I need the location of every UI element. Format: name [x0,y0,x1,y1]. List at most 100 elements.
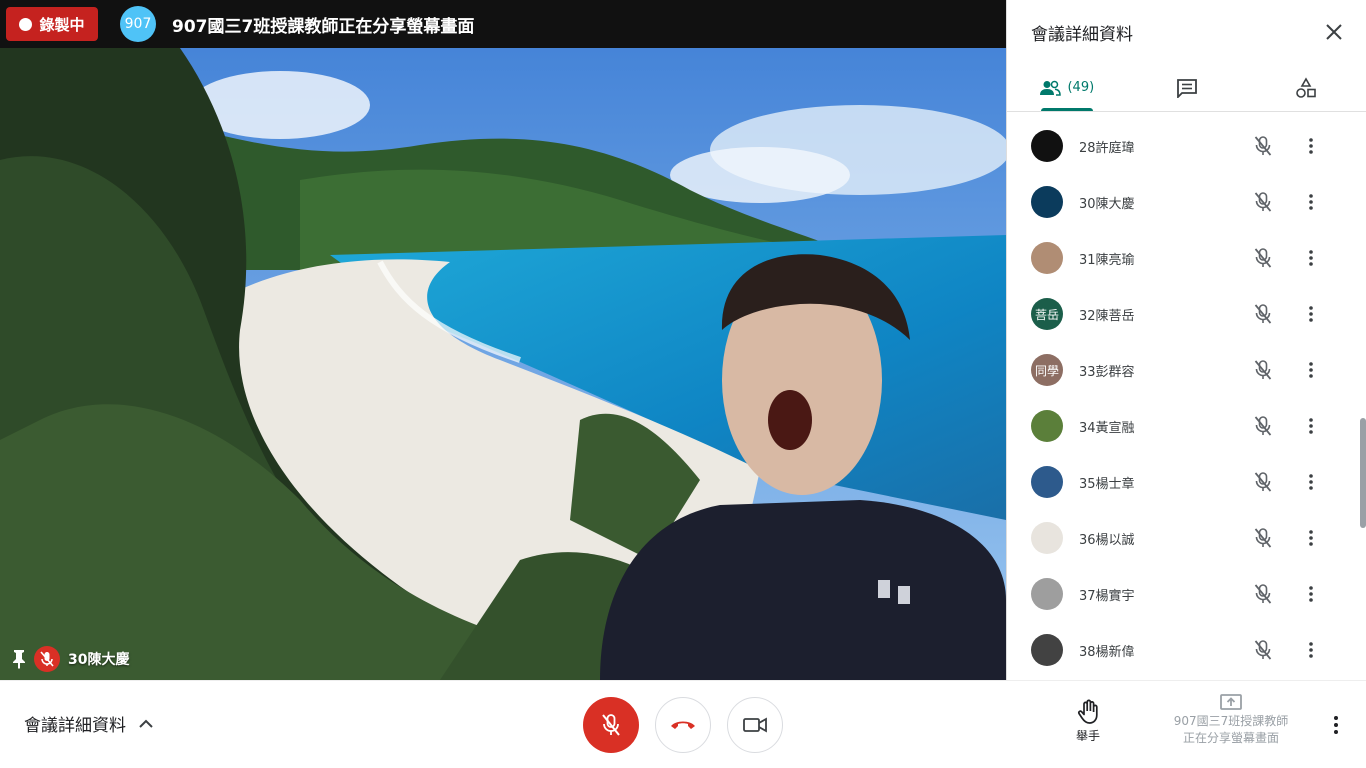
participant-more-button[interactable] [1301,582,1321,606]
participant-more-button[interactable] [1301,134,1321,158]
camera-toggle-button[interactable] [727,697,783,753]
mic-off-icon [34,646,60,672]
active-tab-indicator [1041,108,1093,111]
mic-off-icon [602,714,620,736]
participant-name: 33彭群容 [1079,364,1135,380]
participant-row[interactable]: 同學 33彭群容 [1007,342,1359,398]
participant-mic-status [1251,246,1275,270]
participant-name: 38楊新偉 [1079,644,1135,660]
close-icon [1326,24,1342,40]
participant-row[interactable]: 菩岳 32陳菩岳 [1007,286,1359,342]
participant-list-rows: 27張瑋騰28許庭瑋30陳大慶31陳亮瑜菩岳32陳菩岳同學33彭群容34黃宣融3… [1007,112,1359,678]
panel-header: 會議詳細資料 [1007,0,1366,64]
participant-row[interactable]: 30陳大慶 [1007,174,1359,230]
participant-row[interactable]: 36楊以誠 [1007,510,1359,566]
people-count: (49) [1067,80,1095,95]
more-vert-icon [1309,250,1313,266]
participant-more-button[interactable] [1301,190,1321,214]
participant-more-button[interactable] [1301,358,1321,382]
participant-list: 27張瑋騰28許庭瑋30陳大慶31陳亮瑜菩岳32陳菩岳同學33彭群容34黃宣融3… [1007,112,1359,680]
participant-row[interactable]: 37楊實宇 [1007,566,1359,622]
leave-call-button[interactable] [655,697,711,753]
participant-name: 35楊士章 [1079,476,1135,492]
pin-icon[interactable] [12,649,26,669]
tab-activities[interactable] [1246,64,1366,111]
participant-more-button[interactable] [1301,414,1321,438]
raise-hand-button[interactable]: 舉手 [1064,699,1112,744]
participant-row[interactable]: 28許庭瑋 [1007,118,1359,174]
panel-title: 會議詳細資料 [1031,24,1133,45]
participant-row[interactable]: 35楊士章 [1007,454,1359,510]
participant-name: 36楊以誠 [1079,532,1135,548]
meeting-details-label: 會議詳細資料 [24,716,126,736]
raise-hand-label: 舉手 [1075,729,1100,743]
participant-name: 31陳亮瑜 [1079,252,1135,268]
recording-badge: 錄製中 [6,7,98,41]
activities-icon [1296,76,1316,98]
participant-mic-status [1251,526,1275,550]
participant-more-button[interactable] [1301,526,1321,550]
participant-avatar [1031,130,1063,162]
participant-avatar [1031,634,1063,666]
video-tile-label: 30陳大慶 [12,646,129,672]
recording-dot-icon [19,17,33,31]
more-vert-icon [1334,716,1338,734]
participant-avatar [1031,410,1063,442]
participant-avatar [1031,522,1063,554]
mic-off-icon [1254,304,1272,324]
mic-off-icon [1254,136,1272,156]
participant-more-button[interactable] [1301,638,1321,662]
participant-row[interactable]: 34黃宣融 [1007,398,1359,454]
participant-mic-status [1251,638,1275,662]
mic-off-icon [1254,528,1272,548]
participant-avatar: 同學 [1031,354,1063,386]
microphone-toggle-button[interactable] [583,697,639,753]
participant-more-button[interactable] [1301,302,1321,326]
participant-mic-status [1251,358,1275,382]
scrollbar-thumb[interactable] [1360,418,1366,528]
participant-more-button[interactable] [1301,246,1321,270]
chevron-up-icon [139,719,153,728]
presentation-top-bar: 錄製中 907 907國三7班授課教師正在分享螢幕畫面 [0,0,1006,48]
participant-row[interactable]: 38楊新偉 [1007,622,1359,678]
participant-mic-status [1251,582,1275,606]
more-options-button[interactable] [1326,713,1346,737]
meeting-details-toggle[interactable]: 會議詳細資料 [24,711,154,736]
participant-avatar: 菩岳 [1031,298,1063,330]
participant-avatar [1031,578,1063,610]
more-vert-icon [1309,362,1313,378]
people-icon [1040,80,1062,96]
participant-more-button[interactable] [1301,470,1321,494]
participant-mic-status [1251,190,1275,214]
panel-tabs: (49) [1007,64,1366,112]
participant-name: 28許庭瑋 [1079,140,1135,156]
hang-up-icon [671,721,695,729]
more-vert-icon [1309,418,1313,434]
bottom-control-bar: 會議詳細資料 舉手 907國三7班授課教師 正在分享螢幕畫面 [0,680,1366,768]
participant-mic-status [1251,302,1275,326]
mic-off-icon [1254,416,1272,436]
mic-off-icon [1254,192,1272,212]
mic-off-icon [1254,472,1272,492]
video-tile-name: 30陳大慶 [68,652,130,668]
participant-list-scrollbar[interactable] [1359,112,1366,680]
tab-chat[interactable] [1127,64,1247,111]
mic-off-icon [1254,640,1272,660]
tab-people[interactable]: (49) [1007,64,1127,111]
close-panel-button[interactable] [1322,20,1346,44]
participant-name: 37楊實宇 [1079,588,1135,604]
participant-mic-status [1251,414,1275,438]
participant-mic-status [1251,470,1275,494]
presenting-title: 907國三7班授課教師正在分享螢幕畫面 [172,16,475,37]
presenting-status[interactable]: 907國三7班授課教師 正在分享螢幕畫面 [1160,693,1302,747]
recording-label: 錄製中 [39,15,85,34]
presenting-line-1: 907國三7班授課教師 [1173,714,1289,728]
more-vert-icon [1309,306,1313,322]
participant-row[interactable]: 31陳亮瑜 [1007,230,1359,286]
participant-name: 34黃宣融 [1079,420,1135,436]
participant-name: 32陳菩岳 [1079,308,1135,324]
mic-off-icon [1254,248,1272,268]
presenting-line-2: 正在分享螢幕畫面 [1182,731,1279,745]
more-vert-icon [1309,530,1313,546]
more-vert-icon [1309,474,1313,490]
